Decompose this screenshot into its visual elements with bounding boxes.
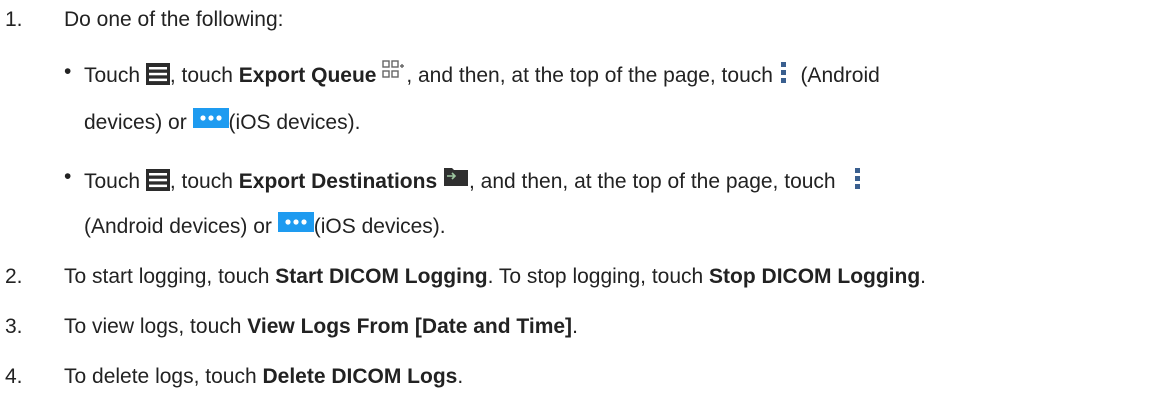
hamburger-menu-icon	[145, 63, 170, 85]
kebab-menu-icon	[855, 168, 861, 189]
export-destinations-label: Export Destinations	[238, 170, 438, 193]
export-destinations-icon	[443, 168, 468, 186]
kebab-menu-icon	[780, 62, 786, 83]
step-number: 4.	[5, 365, 23, 388]
ios-more-icon	[192, 108, 229, 128]
ios-more-icon	[277, 212, 314, 232]
step-text: To start logging, touch Start DICOM Logg…	[64, 265, 927, 288]
step-number: 1.	[5, 8, 23, 31]
bullet-dot: •	[64, 60, 72, 83]
bullet-continuation: (Android devices) or (iOS devices).	[84, 212, 446, 239]
instruction-document: 1. Do one of the following: • Touch , to…	[0, 0, 1171, 402]
export-queue-icon	[382, 60, 405, 78]
bullet-text: Touch , touch Export Destinations , and …	[84, 165, 863, 194]
bullet-continuation: devices) or (iOS devices).	[84, 108, 360, 135]
hamburger-menu-icon	[145, 169, 170, 191]
step-text: Do one of the following:	[64, 8, 284, 31]
bullet-text: Touch , touch Export Queue , and then, a…	[84, 60, 880, 88]
start-logging-label: Start DICOM Logging	[275, 265, 488, 288]
step-number: 2.	[5, 265, 23, 288]
step-text: To view logs, touch View Logs From [Date…	[64, 315, 578, 338]
bullet-dot: •	[64, 165, 72, 188]
step-number: 3.	[5, 315, 23, 338]
stop-logging-label: Stop DICOM Logging	[709, 265, 921, 288]
export-queue-label: Export Queue	[238, 64, 377, 87]
view-logs-label: View Logs From [Date and Time]	[247, 315, 573, 338]
step-text: To delete logs, touch Delete DICOM Logs.	[64, 365, 464, 388]
delete-logs-label: Delete DICOM Logs	[262, 365, 458, 388]
